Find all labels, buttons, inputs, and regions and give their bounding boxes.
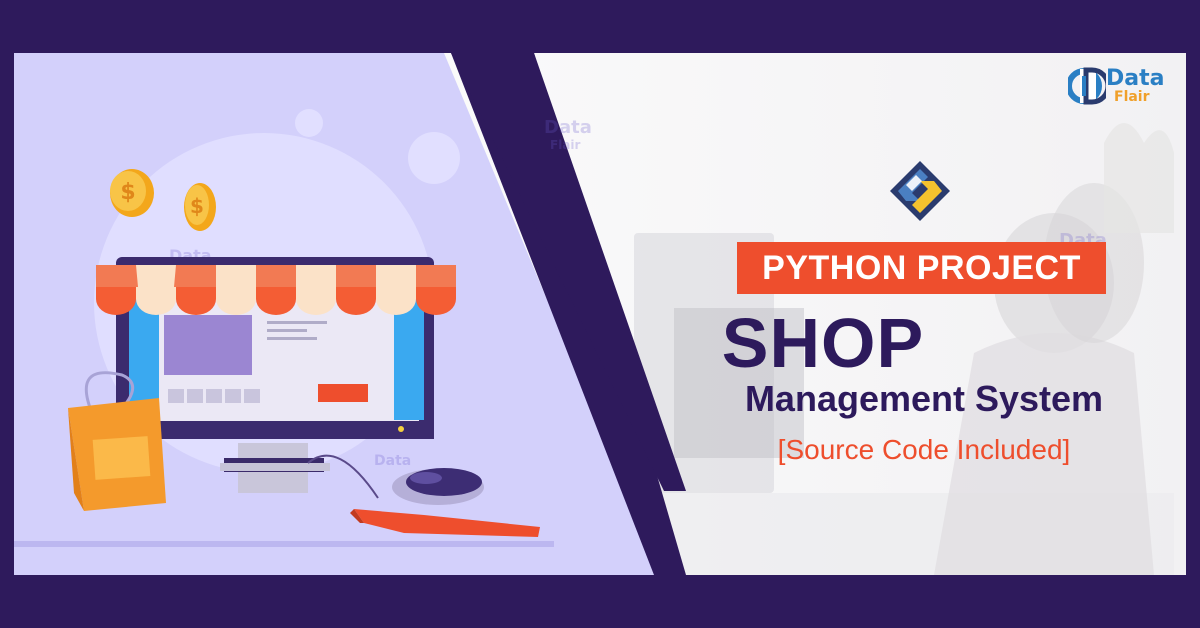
python-diamond-logo [890, 161, 950, 221]
svg-text:$: $ [120, 180, 135, 205]
project-tag-label: PYTHON PROJECT [762, 248, 1081, 287]
dataflair-logo-text: Data Flair [1106, 66, 1165, 105]
coin-icon: $ [110, 169, 154, 217]
svg-text:Data: Data [544, 117, 592, 138]
logo-line2: Flair [1114, 89, 1150, 105]
svg-text:Flair: Flair [550, 138, 581, 152]
svg-text:$: $ [190, 194, 204, 218]
logo-line1: Data [1106, 66, 1165, 91]
page-subtitle: Management System [744, 378, 1104, 419]
source-note: [Source Code Included] [777, 434, 1071, 465]
svg-text:Data: Data [374, 453, 411, 469]
page-title: SHOP [14, 303, 1186, 383]
project-tag: PYTHON PROJECT [737, 242, 1106, 294]
title-text: SHOP [721, 304, 925, 382]
dataflair-logo-icon [1068, 67, 1106, 105]
coin-icon: $ [184, 183, 216, 231]
banner-frame: Data Flair Data Data Data Flair [14, 53, 1186, 575]
dataflair-logo[interactable]: Data Flair [1068, 66, 1164, 106]
